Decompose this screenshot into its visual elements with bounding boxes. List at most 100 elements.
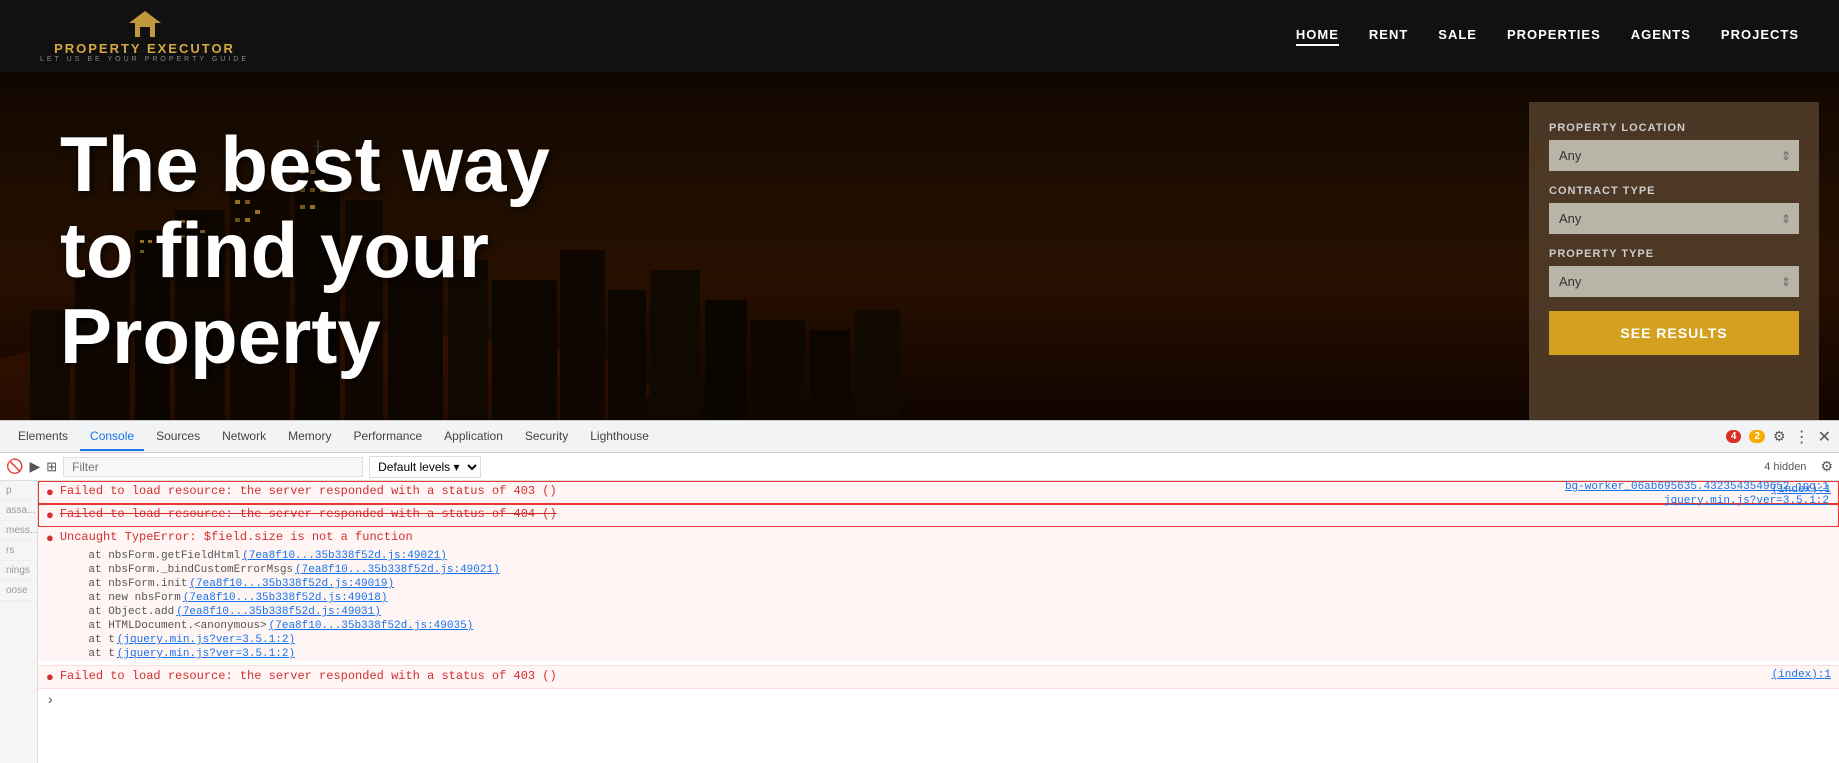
nav-link-sale[interactable]: SALE (1438, 27, 1477, 46)
stack-row-8: at t (jquery.min.js?ver=3.5.1:2) (38, 647, 1839, 661)
hero-section: The best way to find your Property PROPE… (0, 72, 1839, 420)
stack-row-6: at HTMLDocument.<anonymous> (7ea8f10...3… (38, 619, 1839, 633)
left-item-2[interactable]: assa... (0, 501, 37, 521)
hero-line2: to find your (60, 206, 489, 294)
nav-links: HOME RENT SALE PROPERTIES AGENTS PROJECT… (1296, 27, 1799, 46)
filter-toggle-icon[interactable]: ▶ (29, 458, 40, 475)
hero-line1: The best way (60, 120, 550, 208)
logo-sub: LET US BE YOUR PROPERTY GUIDE (40, 56, 249, 63)
devtools-area: Elements Console Sources Network Memory … (0, 420, 1839, 763)
tab-application[interactable]: Application (434, 423, 513, 451)
left-item-6[interactable]: oose (0, 581, 37, 601)
location-label: PROPERTY LOCATION (1549, 122, 1799, 134)
logo-text: PROPERTY EXECUTOR (54, 41, 235, 56)
error-row-404: ● Failed to load resource: the server re… (38, 504, 1839, 527)
more-options-icon[interactable]: ⋮ (1794, 427, 1810, 447)
hidden-count: 4 hidden (1764, 461, 1806, 473)
stack-text-2: at nbsForm._bindCustomErrorMsgs (62, 564, 293, 576)
nav-link-agents[interactable]: AGENTS (1631, 27, 1691, 46)
location-field-wrap: Any (1549, 140, 1799, 171)
bottom-error-row: ● Failed to load resource: the server re… (38, 665, 1839, 689)
bottom-error-source[interactable]: (index):1 (1772, 669, 1831, 681)
prompt-chevron: › (46, 693, 54, 709)
settings-icon[interactable]: ⚙ (1773, 428, 1786, 445)
left-item-1[interactable]: p (0, 481, 37, 501)
hero-content: The best way to find your Property (0, 72, 1529, 420)
hero-title: The best way to find your Property (60, 122, 1469, 379)
tab-elements[interactable]: Elements (8, 423, 78, 451)
left-item-4[interactable]: rs (0, 541, 37, 561)
stack-link-6[interactable]: (7ea8f10...35b338f52d.js:49035) (269, 620, 474, 632)
stack-text-6: at HTMLDocument.<anonymous> (62, 620, 267, 632)
tab-sources[interactable]: Sources (146, 423, 210, 451)
error-text-2: Failed to load resource: the server resp… (60, 507, 1831, 521)
hero-line3: Property (60, 292, 381, 380)
nav-bar: PROPERTY EXECUTOR LET US BE YOUR PROPERT… (0, 0, 1839, 72)
see-results-button[interactable]: SEE RESULTS (1549, 311, 1799, 355)
type-select[interactable]: Any (1549, 266, 1799, 297)
devtools-toolbar-right: 4 2 ⚙ ⋮ ✕ (1726, 427, 1831, 447)
search-panel: PROPERTY LOCATION Any CONTRACT TYPE Any … (1529, 102, 1819, 420)
close-icon[interactable]: ✕ (1818, 427, 1831, 447)
source-link-bg[interactable]: bg-worker_06ab695635.4323543549652.jpg:1 (1565, 481, 1829, 493)
stack-link-3[interactable]: (7ea8f10...35b338f52d.js:49019) (189, 578, 394, 590)
stack-link-7[interactable]: (jquery.min.js?ver=3.5.1:2) (117, 634, 295, 646)
filter-input[interactable] (63, 457, 363, 477)
contract-field-wrap: Any (1549, 203, 1799, 234)
stack-row-7: at t (jquery.min.js?ver=3.5.1:2) (38, 633, 1839, 647)
nav-link-projects[interactable]: PROJECTS (1721, 27, 1799, 46)
tab-network[interactable]: Network (212, 423, 276, 451)
stack-row-2: at nbsForm._bindCustomErrorMsgs (7ea8f10… (38, 563, 1839, 577)
logo-area: PROPERTY EXECUTOR LET US BE YOUR PROPERT… (40, 9, 249, 63)
tab-lighthouse[interactable]: Lighthouse (580, 423, 659, 451)
stack-row-1: at nbsForm.getFieldHtml (7ea8f10...35b33… (38, 549, 1839, 563)
console-log: ● Failed to load resource: the server re… (38, 481, 1839, 763)
nav-link-home[interactable]: HOME (1296, 27, 1339, 46)
nav-link-properties[interactable]: PROPERTIES (1507, 27, 1601, 46)
logo-icon (125, 9, 165, 39)
error-text-bottom: Failed to load resource: the server resp… (60, 669, 1772, 683)
stack-link-8[interactable]: (jquery.min.js?ver=3.5.1:2) (117, 648, 295, 660)
type-label: PROPERTY TYPE (1549, 248, 1799, 260)
type-field-wrap: Any (1549, 266, 1799, 297)
stack-text-1: at nbsForm.getFieldHtml (62, 550, 240, 562)
tab-console[interactable]: Console (80, 423, 144, 451)
source-link-jquery[interactable]: jquery.min.js?ver=3.5.1:2 (1664, 495, 1829, 507)
stack-link-2[interactable]: (7ea8f10...35b338f52d.js:49021) (295, 564, 500, 576)
stack-row-5: at Object.add (7ea8f10...35b338f52d.js:4… (38, 605, 1839, 619)
error-text-3: Uncaught TypeError: $field.size is not a… (60, 530, 1831, 544)
stack-text-8: at t (62, 648, 115, 660)
left-item-3[interactable]: mess... (0, 521, 37, 541)
tab-memory[interactable]: Memory (278, 423, 341, 451)
error-icon-1: ● (46, 485, 54, 500)
error-icon-2: ● (46, 508, 54, 523)
clear-console-icon[interactable]: 🚫 (6, 458, 23, 475)
default-levels-select[interactable]: Default levels ▾ (369, 456, 481, 478)
error-404-row: ● Failed to load resource: the server re… (38, 504, 1839, 527)
stack-text-4: at new nbsForm (62, 592, 181, 604)
console-left-panel: p assa... mess... rs nings oose (0, 481, 38, 763)
stack-link-1[interactable]: (7ea8f10...35b338f52d.js:49021) (242, 550, 447, 562)
stack-row-4: at new nbsForm (7ea8f10...35b338f52d.js:… (38, 591, 1839, 605)
left-item-5[interactable]: nings (0, 561, 37, 581)
stack-text-7: at t (62, 634, 115, 646)
nav-link-rent[interactable]: RENT (1369, 27, 1408, 46)
error-text-1: Failed to load resource: the server resp… (60, 484, 1772, 498)
funnel-icon: ⊞ (46, 459, 57, 475)
console-settings-icon[interactable]: ⚙ (1820, 458, 1833, 475)
location-select[interactable]: Any (1549, 140, 1799, 171)
contract-select[interactable]: Any (1549, 203, 1799, 234)
devtools-tabs-bar: Elements Console Sources Network Memory … (0, 421, 1839, 453)
error-icon-3: ● (46, 531, 54, 546)
tab-security[interactable]: Security (515, 423, 578, 451)
console-toolbar: 🚫 ▶ ⊞ Default levels ▾ 4 hidden ⚙ (0, 453, 1839, 481)
tab-performance[interactable]: Performance (343, 423, 432, 451)
contract-label: CONTRACT TYPE (1549, 185, 1799, 197)
website-area: PROPERTY EXECUTOR LET US BE YOUR PROPERT… (0, 0, 1839, 420)
stack-row-3: at nbsForm.init (7ea8f10...35b338f52d.js… (38, 577, 1839, 591)
stack-text-5: at Object.add (62, 606, 174, 618)
stack-link-5[interactable]: (7ea8f10...35b338f52d.js:49031) (176, 606, 381, 618)
console-prompt[interactable]: › (38, 689, 1839, 713)
stack-text-3: at nbsForm.init (62, 578, 187, 590)
stack-link-4[interactable]: (7ea8f10...35b338f52d.js:49018) (183, 592, 388, 604)
